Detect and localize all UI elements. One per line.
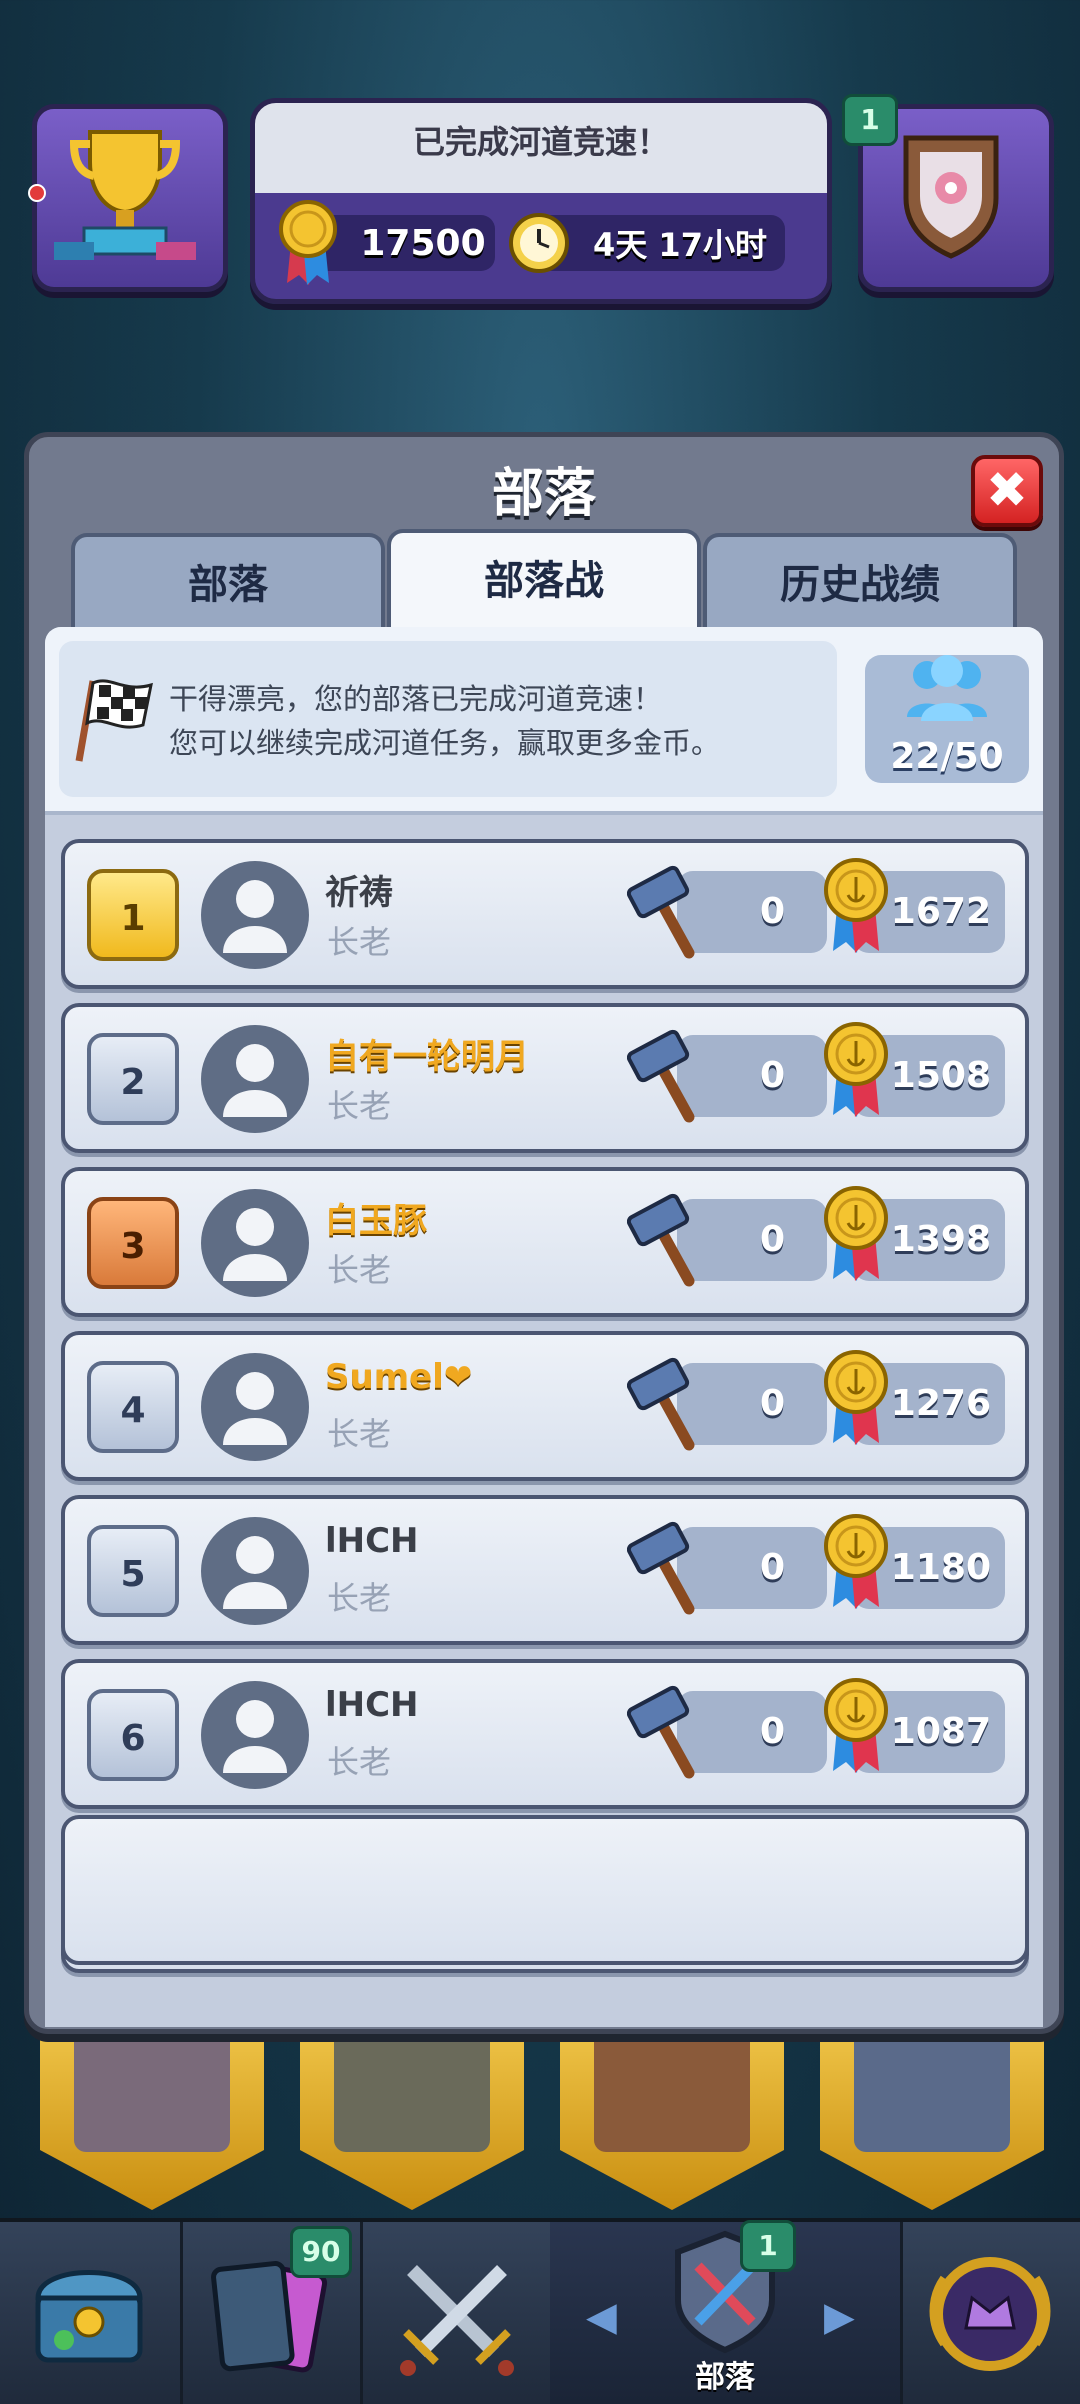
- player-name: 自有一轮明月: [325, 1037, 529, 1077]
- info-bar: 干得漂亮，您的部落已完成河道竞速！ 您可以继续完成河道任务，赢取更多金币。 22…: [45, 627, 1043, 815]
- avatar: [201, 1353, 309, 1461]
- player-role: 长老: [327, 1415, 392, 1453]
- avatar: [201, 861, 309, 969]
- avatar: [201, 1681, 309, 1789]
- nav-clan-label: 部落: [695, 2360, 755, 2395]
- player-name: Sumel❤: [325, 1357, 473, 1397]
- player-silhouette-icon: [223, 1044, 287, 1117]
- river-race-panel[interactable]: 已完成河道竞速！ 17500 4天 17小时: [250, 98, 832, 304]
- members-icon: [907, 655, 987, 721]
- treasure-chest-icon: [35, 2270, 143, 2363]
- gold-medal-icon: [824, 1022, 888, 1117]
- player-silhouette-icon: [223, 880, 287, 953]
- tab-clan[interactable]: 部落: [71, 533, 385, 633]
- close-button[interactable]: ✖: [971, 455, 1043, 527]
- nav-battle[interactable]: [360, 2222, 553, 2404]
- race-time-counter: 4天 17小时: [535, 215, 785, 271]
- trophy-icon: [54, 130, 196, 260]
- cards-badge: 90: [290, 2226, 352, 2278]
- modal-title: 部落: [491, 464, 596, 524]
- background-card: [820, 2010, 1044, 2210]
- avatar: [201, 1189, 309, 1297]
- trophy-road-button[interactable]: [32, 104, 228, 292]
- rank-badge: 6: [87, 1689, 179, 1781]
- bottom-navigation: 90 ◀ 1 ▶ 部落: [0, 2218, 1080, 2404]
- nav-events[interactable]: [900, 2222, 1080, 2404]
- list-item[interactable]: [61, 1815, 1029, 1965]
- rank-badge: 3: [87, 1197, 179, 1289]
- clan-badge-count: 1: [842, 94, 898, 146]
- member-count-text: 22/50: [890, 736, 1004, 777]
- player-role: 长老: [327, 1579, 392, 1617]
- player-role: 长老: [327, 1087, 392, 1125]
- member-row[interactable]: 4 Sumel❤ 长老 0 1276: [61, 1331, 1029, 1481]
- gold-medal-icon: [824, 858, 888, 953]
- player-name: lHCH: [325, 1521, 419, 1561]
- player-name: lHCH: [325, 1685, 419, 1725]
- tab-clan-war[interactable]: 部落战: [387, 529, 701, 633]
- gold-medal-icon: [279, 200, 337, 285]
- info-line-1: 干得漂亮，您的部落已完成河道竞速！: [169, 682, 663, 716]
- nav-right-arrow-icon[interactable]: ▶: [824, 2294, 855, 2340]
- player-role: 长老: [327, 923, 392, 961]
- hammer-icon: [627, 1685, 695, 1779]
- nav-shop[interactable]: [0, 2222, 183, 2404]
- rank-badge: 1: [87, 869, 179, 961]
- member-row[interactable]: 2 自有一轮明月 长老 0 1508: [61, 1003, 1029, 1153]
- player-silhouette-icon: [223, 1700, 287, 1773]
- member-row[interactable]: 6 lHCH 长老 0 1087: [61, 1659, 1029, 1809]
- member-row[interactable]: 1 祈祷 长老 0 1672: [61, 839, 1029, 989]
- info-text: 干得漂亮，您的部落已完成河道竞速！ 您可以继续完成河道任务，赢取更多金币。: [169, 677, 720, 765]
- player-silhouette-icon: [223, 1372, 287, 1445]
- checkered-flag-icon: [75, 679, 153, 762]
- background-card: [560, 2010, 784, 2210]
- hammer-icon: [627, 1029, 695, 1123]
- avatar: [201, 1025, 309, 1133]
- hammer-icon: [627, 1193, 695, 1287]
- info-line-2: 您可以继续完成河道任务，赢取更多金币。: [169, 726, 721, 760]
- hammer-icon: [627, 865, 695, 959]
- player-role: 长老: [327, 1251, 392, 1289]
- hammer-icon: [627, 1357, 695, 1451]
- player-silhouette-icon: [223, 1208, 287, 1281]
- rank-badge: 5: [87, 1525, 179, 1617]
- nav-clan[interactable]: ◀ 1 ▶ 部落: [550, 2220, 903, 2404]
- member-row[interactable]: 3 白玉豚 长老 0 1398: [61, 1167, 1029, 1317]
- crossed-swords-icon: [400, 2265, 514, 2376]
- player-silhouette-icon: [223, 1536, 287, 1609]
- race-time-value: 4天 17小时: [593, 226, 767, 264]
- nav-cards[interactable]: 90: [180, 2222, 363, 2404]
- clan-modal: 部落 ✖ 部落 部落战 历史战绩 干得漂亮，您的部落已完成河道竞速！ 您可以继续: [24, 432, 1064, 2034]
- notification-dot: [28, 184, 46, 202]
- background-card: [40, 2010, 264, 2210]
- member-row[interactable]: 5 lHCH 长老 0 1180: [61, 1495, 1029, 1645]
- hammer-icon: [627, 1521, 695, 1615]
- clan-war-content: 干得漂亮，您的部落已完成河道竞速！ 您可以继续完成河道任务，赢取更多金币。 22…: [45, 627, 1043, 2027]
- nav-left-arrow-icon[interactable]: ◀: [586, 2294, 617, 2340]
- rank-badge: 2: [87, 1033, 179, 1125]
- crown-laurel-icon: [929, 2257, 1051, 2371]
- tab-war-history[interactable]: 历史战绩: [703, 533, 1017, 633]
- gold-medal-icon: [824, 1350, 888, 1445]
- race-complete-message: 干得漂亮，您的部落已完成河道竞速！ 您可以继续完成河道任务，赢取更多金币。: [59, 641, 837, 797]
- clan-nav-badge: 1: [740, 2220, 796, 2272]
- gold-medal-icon: [824, 1186, 888, 1281]
- player-name: 白玉豚: [325, 1201, 427, 1241]
- rank-badge: 4: [87, 1361, 179, 1453]
- clock-icon: [509, 213, 569, 273]
- player-role: 长老: [327, 1743, 392, 1781]
- background-card: [300, 2010, 524, 2210]
- player-name: 祈祷: [325, 873, 393, 913]
- gold-medal-icon: [824, 1678, 888, 1773]
- avatar: [201, 1517, 309, 1625]
- member-count-badge[interactable]: 22/50: [865, 655, 1029, 783]
- race-status-title: 已完成河道竞速！: [412, 123, 669, 161]
- gold-medal-icon: [824, 1514, 888, 1609]
